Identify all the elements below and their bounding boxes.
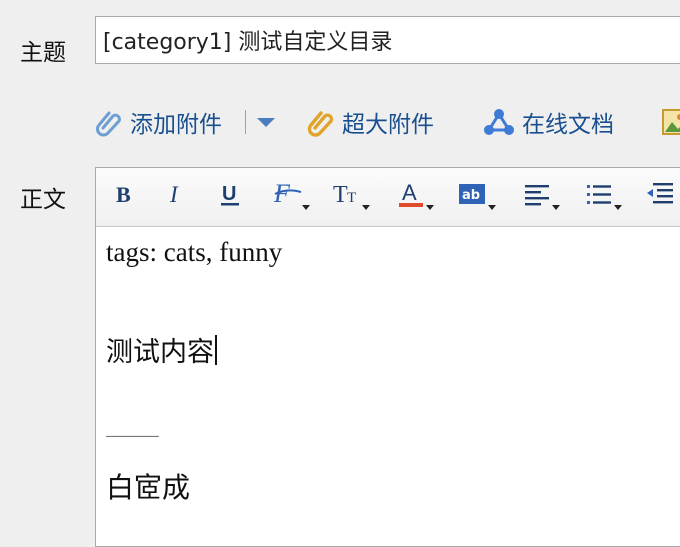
align-caret-icon xyxy=(552,205,560,210)
subject-input[interactable] xyxy=(95,16,680,64)
underline-button[interactable]: U xyxy=(212,178,248,214)
italic-icon: I xyxy=(164,182,188,210)
content-text-value: 测试内容 xyxy=(106,337,214,368)
indent-icon xyxy=(645,180,675,212)
font-family-icon: F xyxy=(271,179,305,212)
tags-text: tags: cats, funny xyxy=(106,237,283,267)
subject-label: 主题 xyxy=(20,40,66,66)
insert-picture-button[interactable] xyxy=(660,102,680,142)
indent-button[interactable] xyxy=(640,178,680,214)
online-doc-label: 在线文档 xyxy=(522,112,614,138)
large-attachment-label: 超大附件 xyxy=(342,112,434,138)
add-attachment-button[interactable]: 添加附件 xyxy=(94,102,222,142)
editor-toolbar: B I U F TT A ab xyxy=(96,168,680,227)
svg-text:U: U xyxy=(222,183,236,205)
large-attachment-button[interactable]: 超大附件 xyxy=(306,102,434,142)
underline-icon: U xyxy=(217,181,243,211)
svg-text:A: A xyxy=(402,180,417,205)
bullet-list-caret-icon xyxy=(614,205,622,210)
font-family-button[interactable]: F xyxy=(268,178,310,214)
attachment-bar: 添加附件 超大附件 在线文档 xyxy=(94,102,680,142)
italic-button[interactable]: I xyxy=(158,178,194,214)
bold-icon: B xyxy=(112,182,136,210)
large-paperclip-icon xyxy=(306,107,336,137)
bullet-list-button[interactable] xyxy=(580,178,622,214)
svg-text:T: T xyxy=(333,182,348,208)
signature-text: 白宧成 xyxy=(106,471,191,504)
share-nodes-icon xyxy=(482,107,516,137)
editor-content[interactable]: tags: cats, funny 测试内容 —————— 白宧成 xyxy=(96,226,680,546)
chevron-down-icon xyxy=(255,115,277,129)
font-color-button[interactable]: A xyxy=(392,178,434,214)
content-text: 测试内容 xyxy=(106,330,217,369)
background-color-icon: ab xyxy=(457,181,489,211)
background-color-caret-icon xyxy=(488,205,496,210)
svg-text:I: I xyxy=(169,182,179,206)
font-size-caret-icon xyxy=(362,205,370,210)
align-left-icon xyxy=(523,181,553,211)
bold-button[interactable]: B xyxy=(106,178,142,214)
signature-separator: —————— xyxy=(106,426,159,445)
attachment-separator xyxy=(245,110,246,134)
text-cursor xyxy=(215,335,217,365)
online-doc-button[interactable]: 在线文档 xyxy=(482,102,614,142)
body-editor[interactable]: B I U F TT A ab tags: cats, funny 测试内容 —… xyxy=(95,167,680,547)
align-button[interactable] xyxy=(518,178,560,214)
paperclip-icon xyxy=(94,107,124,137)
background-color-button[interactable]: ab xyxy=(452,178,496,214)
add-attachment-label: 添加附件 xyxy=(130,112,222,138)
font-color-icon: A xyxy=(396,179,428,213)
font-color-caret-icon xyxy=(426,205,434,210)
svg-text:T: T xyxy=(347,190,356,206)
attachment-dropdown-button[interactable] xyxy=(255,102,277,142)
bullet-list-icon xyxy=(585,181,615,211)
picture-icon xyxy=(660,107,680,137)
body-label: 正文 xyxy=(20,187,66,213)
svg-text:ab: ab xyxy=(462,188,480,203)
svg-text:B: B xyxy=(116,182,131,206)
font-size-icon: TT xyxy=(331,180,365,212)
font-size-button[interactable]: TT xyxy=(328,178,370,214)
font-family-caret-icon xyxy=(302,205,310,210)
